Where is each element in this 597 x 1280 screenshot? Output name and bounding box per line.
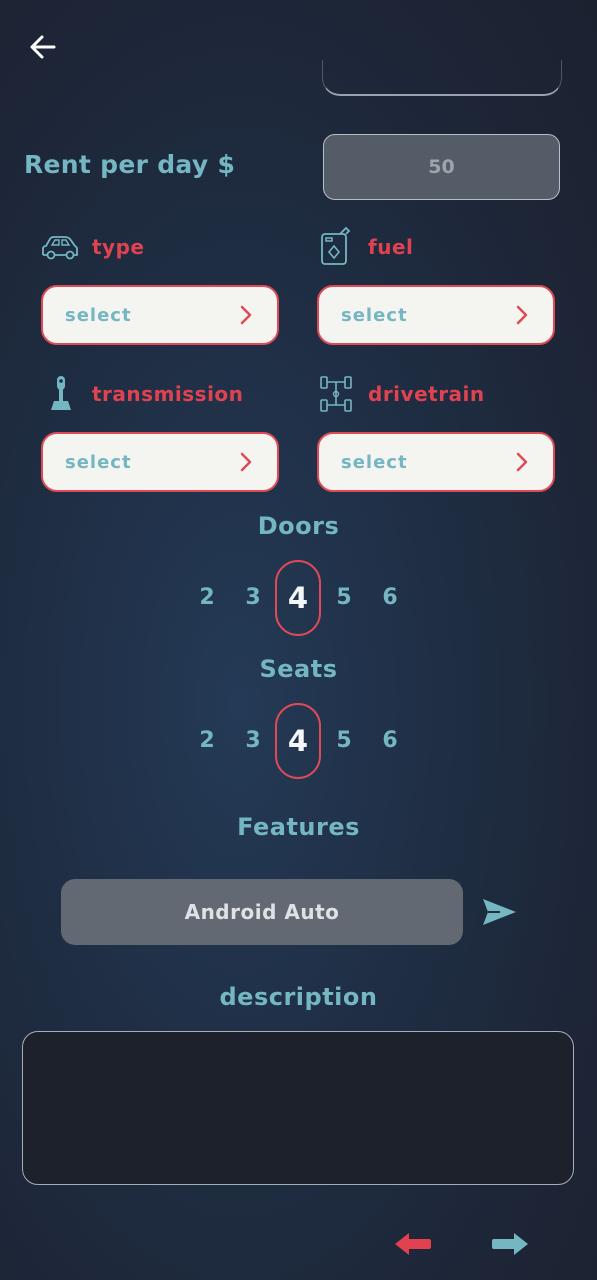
previous-field-edge[interactable] [322,60,562,96]
seats-option[interactable]: 3 [230,703,276,779]
fuel-can-icon [316,226,356,266]
arrow-left-icon [30,35,56,59]
doors-option[interactable]: 3 [230,560,276,636]
chevron-right-icon [516,452,528,472]
type-select-button[interactable]: select [41,285,279,345]
feature-input[interactable]: Android Auto [61,879,463,945]
drivetrain-select-button[interactable]: select [317,432,555,492]
arrow-left-red-icon [395,1233,431,1255]
rent-per-day-input[interactable]: 50 [323,134,560,200]
doors-option[interactable]: 5 [321,560,367,636]
seats-title: Seats [259,655,338,683]
previous-button[interactable] [393,1229,433,1259]
transmission-select-button[interactable]: select [41,432,279,492]
doors-option[interactable]: 6 [367,560,413,636]
arrow-right-teal-icon [492,1233,528,1255]
doors-title: Doors [257,512,340,540]
seats-option[interactable]: 5 [321,703,367,779]
chevron-right-icon [240,452,252,472]
transmission-label: transmission [92,382,244,406]
doors-option-selected[interactable]: 4 [275,560,321,636]
send-icon [483,899,516,925]
features-title: Features [237,813,360,841]
fuel-select-value: select [341,304,408,326]
type-label: type [92,235,145,259]
seats-option-selected[interactable]: 4 [275,703,321,779]
fuel-select-button[interactable]: select [317,285,555,345]
doors-option[interactable]: 2 [184,560,230,636]
transmission-select-value: select [65,451,132,473]
drivetrain-select-value: select [341,451,408,473]
rent-per-day-label: Rent per day $ [24,150,236,179]
drivetrain-icon [318,374,358,414]
seats-option[interactable]: 6 [367,703,413,779]
back-button[interactable] [26,30,60,64]
chevron-right-icon [240,305,252,325]
seats-option[interactable]: 2 [184,703,230,779]
drivetrain-label: drivetrain [368,382,485,406]
send-feature-button[interactable] [480,893,518,931]
doors-picker: 2 3 4 5 6 [0,560,597,636]
gear-stick-icon [42,374,82,414]
seats-picker: 2 3 4 5 6 [0,703,597,779]
chevron-right-icon [516,305,528,325]
next-button[interactable] [490,1229,530,1259]
type-select-value: select [65,304,132,326]
car-icon [40,228,80,268]
description-title: description [219,983,378,1011]
description-textarea[interactable] [22,1031,574,1185]
fuel-label: fuel [368,235,414,259]
